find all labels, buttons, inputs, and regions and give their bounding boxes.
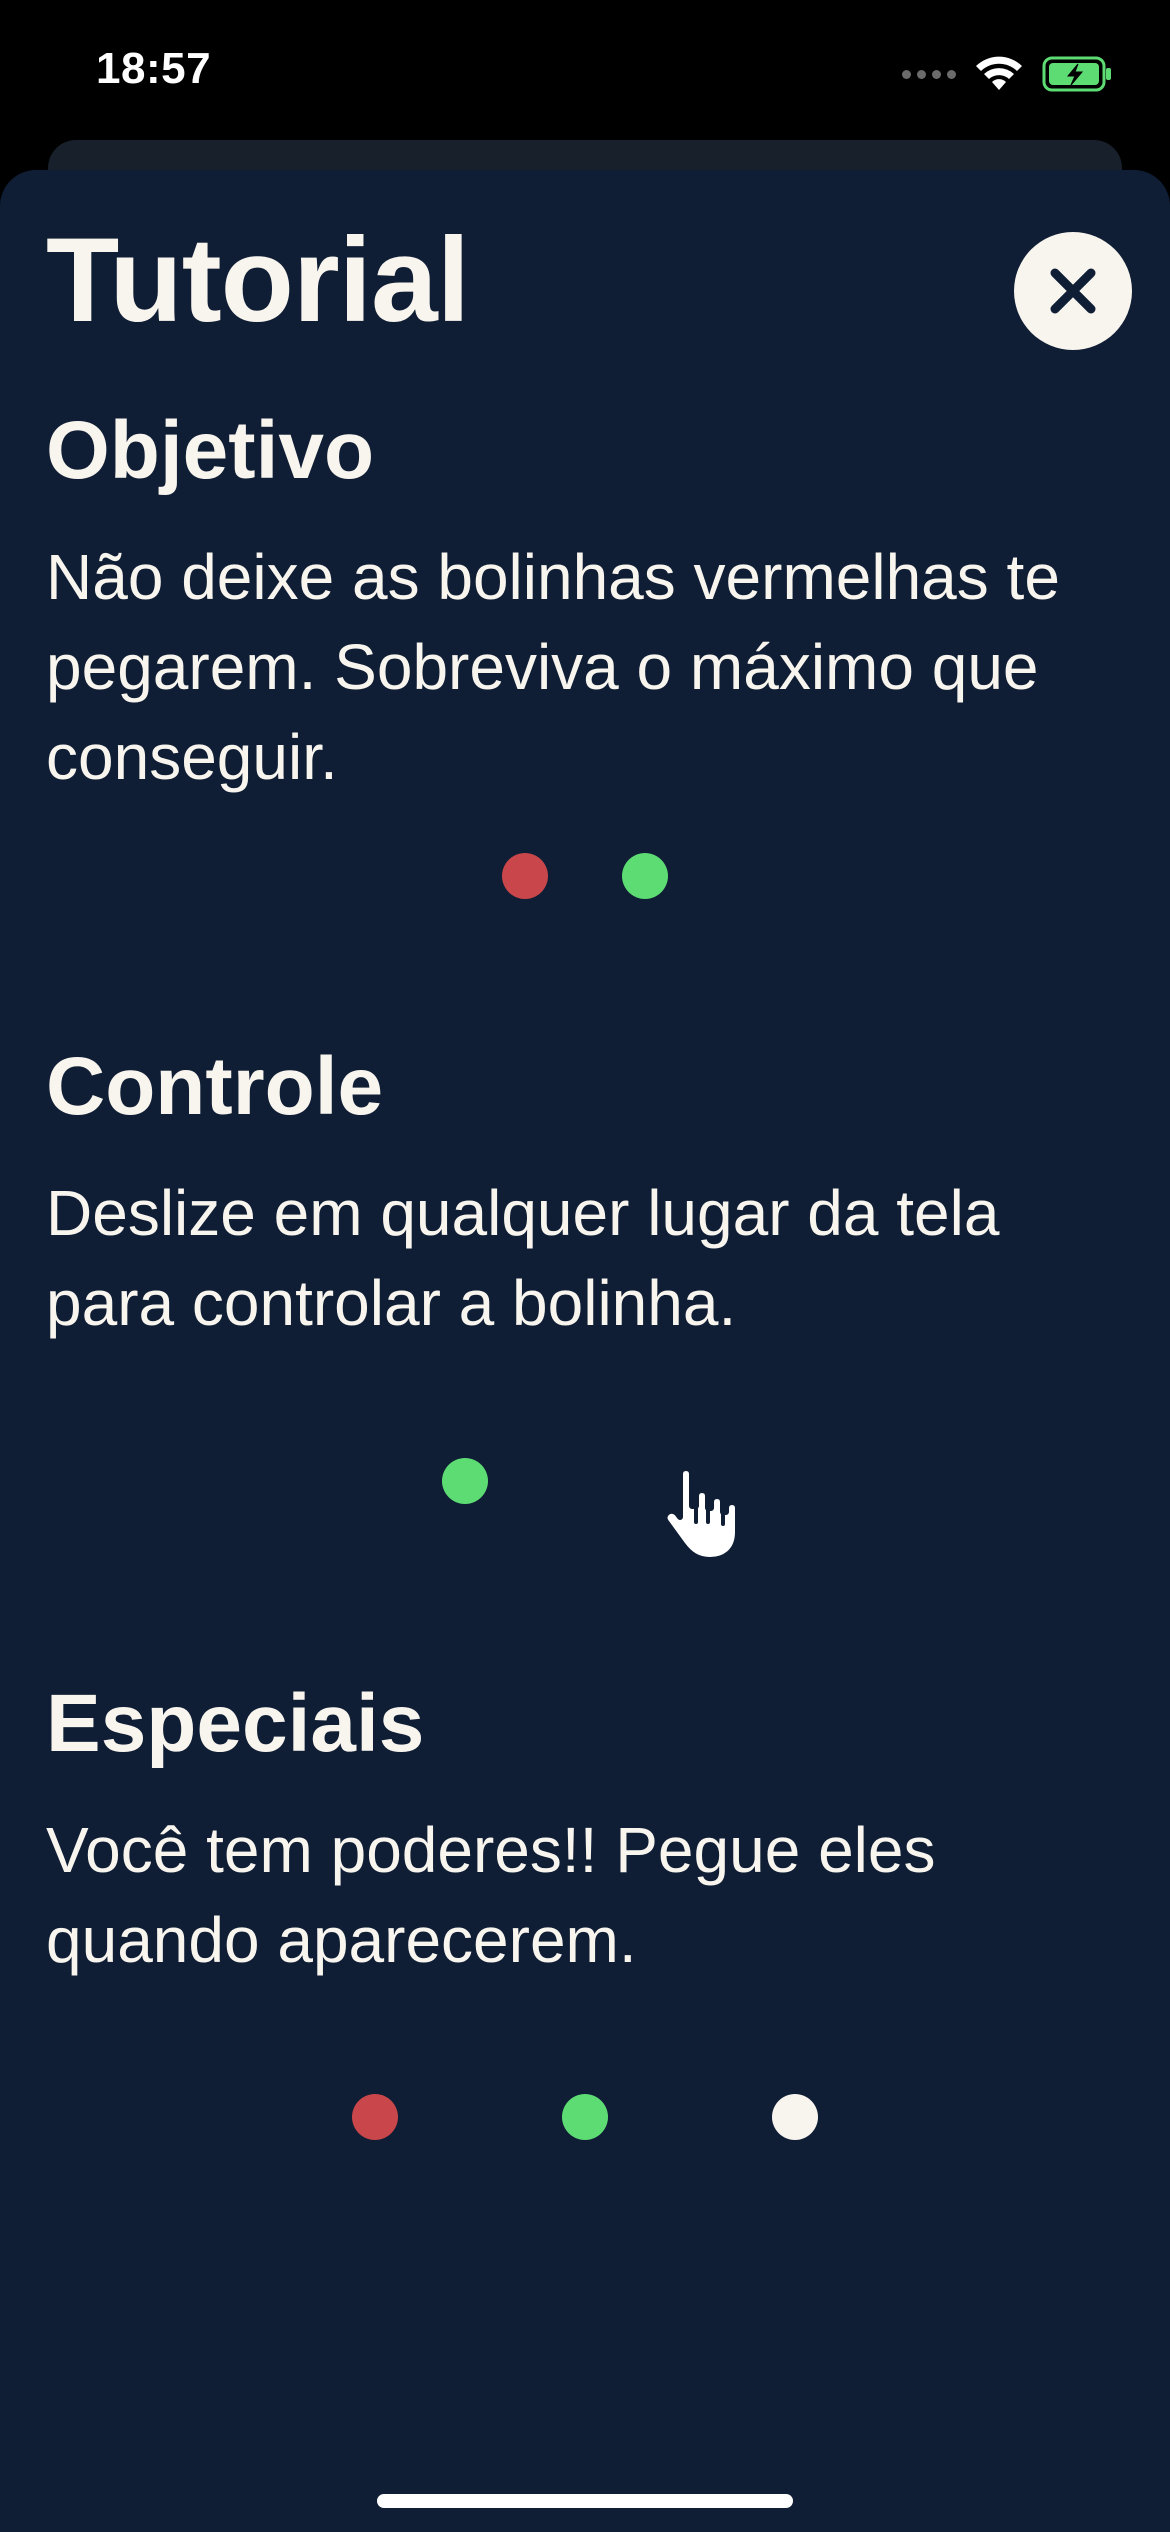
section-title: Objetivo	[46, 405, 375, 496]
hand-swipe-icon	[661, 1465, 741, 1563]
green-dot	[562, 2094, 608, 2140]
status-icons	[902, 50, 1114, 98]
white-dot	[772, 2094, 818, 2140]
section-title: Especiais	[46, 1678, 425, 1769]
tutorial-sheet: Tutorial Objetivo Não deixe as bolinhas …	[0, 170, 1170, 2532]
section-controle: Controle Deslize em qualquer lugar da te…	[46, 1046, 1136, 1348]
wifi-icon	[976, 56, 1022, 90]
status-bar: 18:57	[0, 0, 1170, 140]
status-time: 18:57	[96, 44, 212, 93]
battery-charging-icon	[1042, 56, 1111, 92]
cellular-signal-icon	[902, 69, 956, 79]
red-dot	[502, 853, 548, 899]
section-body: Deslize em qualquer lugar da tela para c…	[46, 1177, 1000, 1339]
section-objetivo: Objetivo Não deixe as bolinhas vermelhas…	[46, 410, 1136, 802]
section-title: Controle	[46, 1041, 384, 1132]
section-body: Não deixe as bolinhas vermelhas te pegar…	[46, 541, 1060, 793]
close-button[interactable]	[1014, 232, 1132, 350]
home-indicator[interactable]	[377, 2494, 793, 2508]
red-dot	[352, 2094, 398, 2140]
section-especiais: Especiais Você tem poderes!! Pegue eles …	[46, 1683, 1136, 1985]
green-dot	[622, 853, 668, 899]
section-body: Você tem poderes!! Pegue eles quando apa…	[46, 1814, 936, 1976]
page-title: Tutorial	[46, 213, 470, 347]
green-dot	[442, 1458, 488, 1504]
close-icon	[1050, 268, 1096, 314]
